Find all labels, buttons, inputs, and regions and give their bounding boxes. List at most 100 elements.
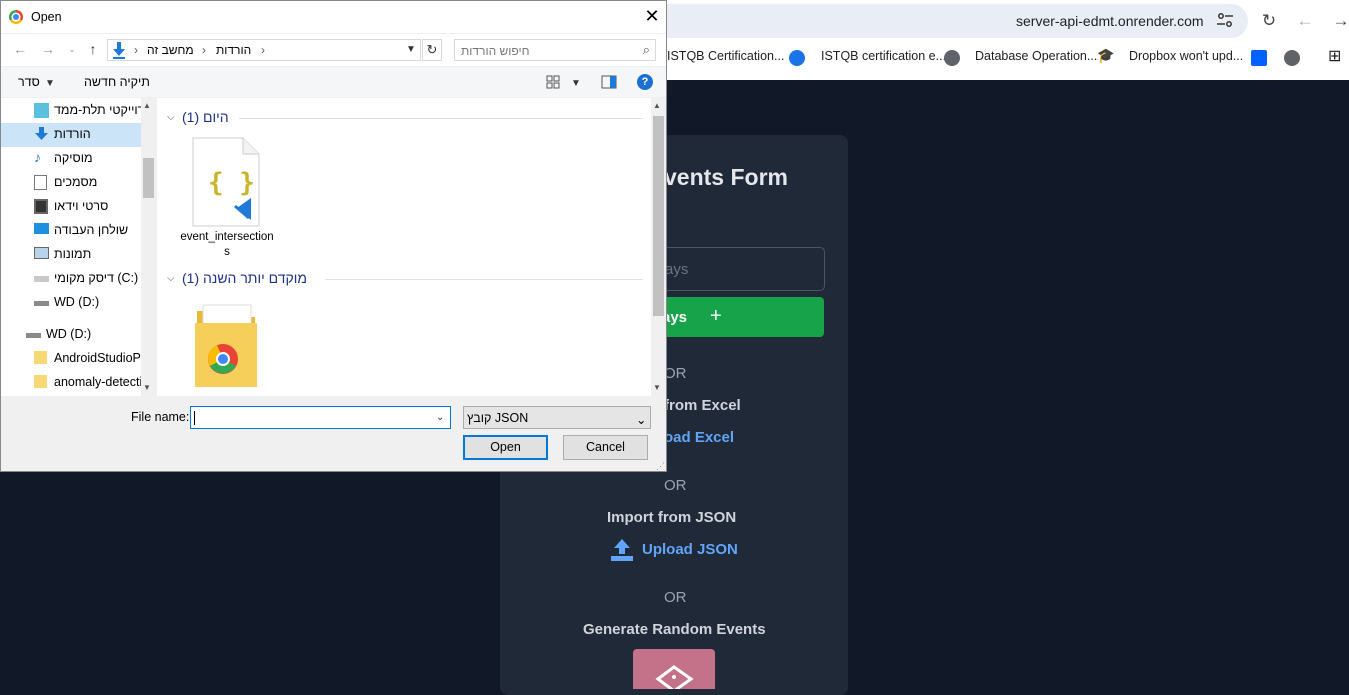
add-days-button[interactable]: ays +: [640, 297, 824, 337]
nav-label: הורדות: [54, 127, 91, 141]
group-header-today[interactable]: היום (1): [182, 109, 229, 125]
chevron-down-icon[interactable]: ⌵: [167, 112, 175, 123]
back-arrow-icon[interactable]: ←: [11, 40, 29, 58]
navigation-pane: פרוייקטי תלת-ממד הורדות ♪ מוסיקה מסמכים …: [1, 98, 156, 396]
or-label: OR: [664, 365, 687, 382]
file-name[interactable]: event_intersections: [179, 230, 275, 260]
plus-icon: +: [710, 305, 722, 327]
chevron-down-icon[interactable]: ⌄: [636, 412, 646, 427]
bookmark-istqb-2[interactable]: ISTQB certification e...: [821, 49, 946, 67]
url-text[interactable]: server-api-edmt.onrender.com: [1016, 13, 1204, 29]
site-settings-icon[interactable]: [1214, 11, 1236, 31]
nav-label: שולחן העבודה: [54, 223, 129, 237]
folder-icon: [34, 351, 47, 364]
breadcrumb-item[interactable]: מחשב זה: [147, 43, 194, 57]
downloads-icon: [111, 41, 127, 59]
view-grid-icon[interactable]: [546, 75, 560, 94]
up-arrow-icon[interactable]: ↑: [84, 40, 102, 58]
reload-icon[interactable]: ↻: [1258, 10, 1280, 32]
scroll-up-icon[interactable]: ▲: [143, 101, 151, 110]
scroll-thumb[interactable]: [653, 116, 664, 316]
file-name-label: File name:: [131, 410, 190, 424]
desktop-icon: [34, 223, 49, 234]
vscode-json-file-icon: { }: [192, 137, 260, 227]
drive-icon: [26, 333, 41, 338]
breadcrumb-separator: ›: [134, 43, 138, 57]
globe-icon: [1284, 50, 1300, 66]
nav-label: WD (D:): [46, 327, 92, 341]
nav-label: מסמכים: [54, 175, 98, 189]
help-icon[interactable]: ?: [637, 74, 653, 90]
new-folder-button[interactable]: תיקיה חדשה: [84, 75, 150, 89]
scroll-up-icon[interactable]: ▲: [653, 101, 661, 110]
nav-label: סרטי וידאו: [54, 199, 109, 213]
or-label: OR: [664, 477, 687, 494]
downloads-icon: [34, 127, 49, 142]
file-name-input[interactable]: ⌄: [190, 406, 451, 429]
nav-scrollbar[interactable]: ▲ ▼: [141, 98, 156, 396]
file-item[interactable]: { }: [191, 136, 261, 228]
close-icon[interactable]: ✕: [641, 5, 663, 27]
folder-icon: [34, 375, 47, 388]
scroll-thumb[interactable]: [143, 158, 154, 198]
recent-chevron-icon[interactable]: ⌄: [63, 40, 81, 58]
forward-arrow-icon[interactable]: →: [1330, 10, 1349, 32]
scroll-down-icon[interactable]: ▼: [653, 383, 661, 392]
dialog-title: Open: [31, 10, 62, 24]
graduation-cap-icon: 🎓: [1097, 47, 1115, 63]
chrome-icon: [9, 10, 23, 24]
refresh-icon[interactable]: ↻: [422, 39, 442, 61]
page-title: vents Form: [664, 164, 788, 190]
chevron-down-icon[interactable]: ⌵: [167, 273, 175, 284]
dialog-command-bar: סדר ▼ תיקיה חדשה ▼ ?: [1, 67, 666, 97]
forward-arrow-icon[interactable]: →: [39, 40, 57, 58]
preview-pane-icon[interactable]: [601, 75, 617, 94]
breadcrumb-separator: ›: [261, 43, 265, 57]
random-heading: Generate Random Events: [583, 621, 766, 638]
videos-icon: [34, 199, 48, 214]
file-type-select[interactable]: קובץ JSON ⌄: [463, 406, 651, 429]
dialog-nav-row: ← → ⌄ ↑ › מחשב זה › הורדות › ▼ ↻ חיפוש ה…: [1, 34, 666, 66]
chevron-down-icon[interactable]: ▼: [45, 78, 55, 89]
content-scrollbar[interactable]: ▲ ▼: [651, 98, 666, 396]
bookmark-icon: [789, 50, 805, 66]
group-divider: [239, 118, 643, 119]
nav-label: WD (D:): [54, 295, 100, 309]
svg-text:{ }: { }: [208, 168, 255, 198]
bookmark-istqb-1[interactable]: ISTQB Certification...: [667, 49, 784, 67]
drive-icon: [34, 276, 49, 282]
bookmark-dropbox[interactable]: Dropbox won't upd...: [1129, 49, 1243, 67]
upload-icon[interactable]: [609, 537, 635, 563]
folder-item[interactable]: [193, 303, 259, 389]
days-input[interactable]: ays: [640, 247, 825, 291]
cancel-button[interactable]: Cancel: [563, 435, 648, 460]
upload-excel-link[interactable]: oad Excel: [664, 429, 734, 446]
search-input[interactable]: חיפוש הורדות ⌕: [454, 39, 656, 61]
3d-objects-icon: [34, 103, 49, 118]
upload-json-link[interactable]: Upload JSON: [642, 541, 738, 558]
dice-button[interactable]: [633, 649, 715, 693]
breadcrumb-separator: ›: [202, 43, 206, 57]
drive-icon: [34, 301, 49, 306]
back-arrow-icon[interactable]: ←: [1294, 10, 1316, 32]
group-header-earlier[interactable]: מוקדם יותר השנה (1): [182, 270, 307, 286]
organize-button[interactable]: סדר: [18, 75, 40, 89]
group-divider: [325, 279, 643, 280]
open-button[interactable]: Open: [463, 435, 548, 460]
chevron-down-icon[interactable]: ▼: [571, 78, 581, 89]
chevron-down-icon[interactable]: ⌄: [436, 412, 444, 423]
apps-grid-icon[interactable]: ⊞: [1328, 46, 1341, 65]
breadcrumb[interactable]: › מחשב זה › הורדות › ▼: [107, 39, 421, 61]
chevron-down-icon[interactable]: ▼: [406, 44, 416, 55]
bookmark-database[interactable]: Database Operation...: [975, 49, 1097, 67]
or-label: OR: [664, 589, 687, 606]
chrome-folder-icon: [195, 304, 257, 387]
dropbox-icon: [1251, 50, 1267, 66]
scroll-down-icon[interactable]: ▼: [143, 383, 151, 392]
resize-grip-icon[interactable]: ⋰: [656, 461, 665, 472]
search-icon: ⌕: [642, 42, 650, 57]
breadcrumb-item[interactable]: הורדות: [216, 43, 251, 57]
nav-label: פרוייקטי תלת-ממד: [54, 103, 152, 117]
music-icon: ♪: [34, 149, 41, 165]
nav-label: AndroidStudioPr: [54, 351, 146, 365]
